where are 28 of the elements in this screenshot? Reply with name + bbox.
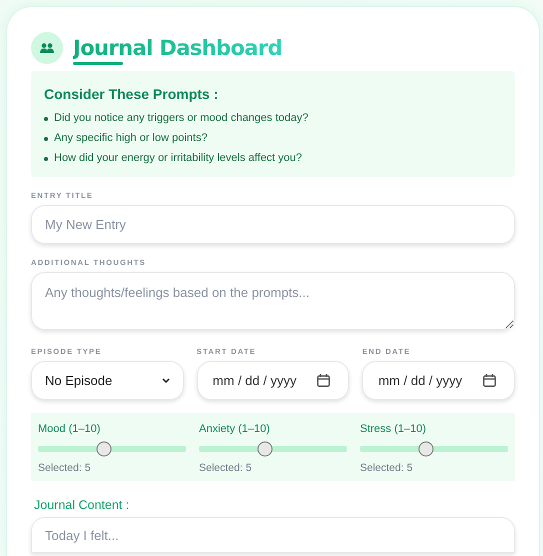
- end-date-field[interactable]: mm / dd / yyyy: [362, 361, 516, 400]
- title-underline: [73, 62, 123, 65]
- slider-thumb[interactable]: [96, 442, 112, 456]
- episode-select[interactable]: No Episode: [31, 361, 184, 400]
- bullet-icon: [44, 156, 48, 160]
- slider-label: Stress (1–10): [360, 423, 428, 435]
- prompts-heading: Consider These Prompts :: [44, 86, 220, 102]
- start-date-field[interactable]: mm / dd / yyyy: [196, 361, 350, 400]
- slider-thumb[interactable]: [418, 442, 434, 456]
- slider-label: Mood (1–10): [38, 423, 102, 435]
- chevron-down-icon: [162, 378, 170, 383]
- slider-reading: Selected: 5: [199, 462, 253, 474]
- bullet-icon: [44, 136, 48, 140]
- slider-label: Anxiety (1–10): [199, 423, 271, 435]
- slider-reading: Selected: 5: [360, 462, 414, 474]
- content-textarea[interactable]: Today I felt...: [31, 517, 515, 553]
- calendar-icon: [483, 374, 496, 387]
- content-label: Journal Content :: [34, 498, 130, 512]
- bullet-icon: [44, 116, 48, 120]
- title-input[interactable]: My New Entry: [31, 205, 515, 244]
- prompt-text: How did your energy or irritability levels affect you?: [54, 151, 302, 166]
- calendar-icon: [317, 374, 330, 387]
- people-icon: [31, 32, 63, 64]
- slider-reading: Selected: 5: [38, 462, 92, 474]
- prompt-text: Did you notice any triggers or mood changes today?: [54, 111, 308, 126]
- thoughts-textarea[interactable]: Any thoughts/feelings based on the prompts...: [31, 272, 515, 330]
- prompt-text: Any specific high or low points?: [54, 131, 208, 146]
- slider-thumb[interactable]: [257, 442, 272, 456]
